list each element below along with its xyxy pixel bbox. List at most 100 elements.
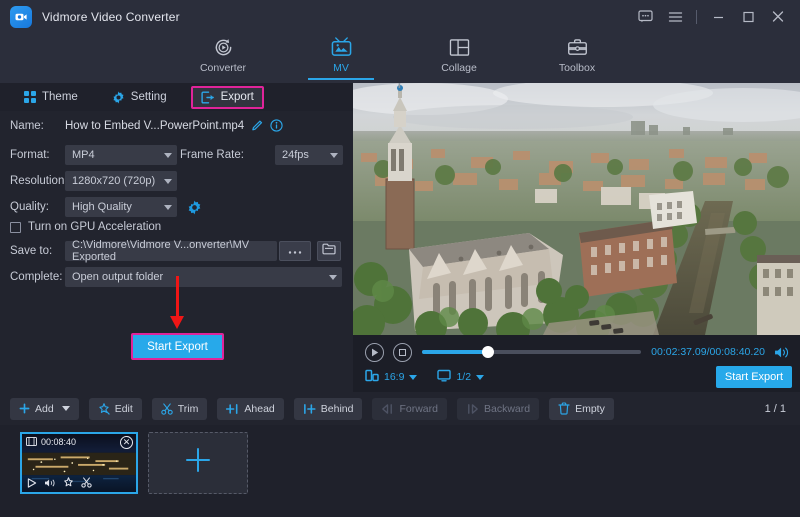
complete-label: Complete: [10,271,65,283]
clip-close-button[interactable]: ✕ [120,436,133,449]
nav-item-converter[interactable]: Converter [182,33,264,74]
tab-setting[interactable]: Setting [102,86,177,109]
window-controls [631,0,792,33]
chevron-down-icon [164,153,172,158]
clip-thumbnail-header: 00:08:40 ✕ [22,434,136,450]
nav-item-mv[interactable]: MV [300,33,382,74]
chevron-down-icon [164,179,172,184]
resolution-select[interactable]: 1280x720 (720p) [65,171,177,191]
toolbar-button-ahead[interactable]: Ahead [217,398,283,420]
toolbar-button-add[interactable]: Add [10,398,79,420]
aspect-ratio-value: 16:9 [384,371,404,383]
tab-label-export: Export [221,91,254,103]
chevron-down-icon [476,375,484,380]
toolbar-label-behind: Behind [321,403,354,415]
complete-select[interactable]: Open output folder [65,267,342,287]
aspect-ratio-icon [365,369,379,385]
saveto-path-field[interactable]: C:\Vidmore\Vidmore V...onverter\MV Expor… [65,241,277,261]
tab-export[interactable]: Export [191,86,264,109]
start-export-button-player[interactable]: Start Export [716,366,792,388]
framerate-value: 24fps [282,149,309,161]
start-export-button[interactable]: Start Export [131,333,224,360]
insert-ahead-icon [226,403,239,415]
add-clip-slot[interactable] [148,432,248,494]
gpu-acceleration-row[interactable]: Turn on GPU Acceleration [10,221,161,233]
quality-select[interactable]: High Quality [65,197,177,217]
toolbar-label-ahead: Ahead [244,403,274,415]
feedback-chat-icon[interactable] [631,4,659,30]
gpu-label: Turn on GPU Acceleration [28,221,161,233]
toolbar-button-trim[interactable]: Trim [152,398,208,420]
close-icon[interactable] [764,4,792,30]
seek-bar-handle[interactable] [482,346,494,358]
open-folder-button[interactable] [317,241,341,261]
chevron-down-icon [329,275,337,280]
tab-theme[interactable]: Theme [14,86,88,108]
clip-play-icon[interactable] [27,475,37,493]
scissors-icon [161,403,173,415]
saveto-row: Save to: C:\Vidmore\Vidmore V...onverter… [10,241,341,261]
player-controls: 00:02:37.09/00:08:40.20 16:9 [353,335,800,392]
info-circle-icon[interactable] [270,119,283,132]
clip-trim-scissors-icon[interactable] [81,475,92,493]
clip-toolbar: Add Edit Trim [0,392,800,425]
play-button[interactable] [365,343,384,362]
saveto-label: Save to: [10,245,65,257]
clip-thumbnail[interactable]: 00:08:40 ✕ [20,432,138,494]
toolbox-icon [567,36,588,59]
toolbar-label-backward: Backward [484,403,530,415]
move-backward-icon [466,403,479,415]
titlebar-divider [696,10,697,24]
complete-value: Open output folder [72,271,163,283]
screen-scale-control[interactable]: 1/2 [437,369,484,385]
toolbar-button-behind[interactable]: Behind [294,398,363,420]
quality-value: High Quality [72,201,132,213]
browse-ellipsis-button[interactable] [279,241,311,261]
video-preview[interactable] [353,83,800,335]
chevron-down-icon [62,406,70,411]
stop-button[interactable] [393,343,412,362]
toolbar-label-trim: Trim [178,403,199,415]
clip-volume-icon[interactable] [44,475,56,493]
insert-behind-icon [303,403,316,415]
toolbar-button-empty[interactable]: Empty [549,398,614,420]
toolbar-button-edit[interactable]: Edit [89,398,142,420]
nav-label-mv: MV [333,62,349,74]
magic-wand-icon [98,403,110,415]
chevron-down-icon [330,153,338,158]
name-label: Name: [10,120,65,132]
clip-thumbnail-actions [22,475,136,492]
minimize-icon[interactable] [704,4,732,30]
toolbar-button-forward[interactable]: Forward [372,398,447,420]
chevron-down-icon [409,375,417,380]
resolution-value: 1280x720 (720p) [72,175,155,187]
clip-effects-star-icon[interactable] [63,475,74,493]
quality-settings-gear-icon[interactable] [187,200,202,215]
name-value: How to Embed V...PowerPoint.mp4 [65,120,244,132]
nav-item-toolbox[interactable]: Toolbox [536,33,618,74]
aspect-ratio-control[interactable]: 16:9 [365,369,417,385]
format-select[interactable]: MP4 [65,145,177,165]
hamburger-menu-icon[interactable] [661,4,689,30]
title-bar: Vidmore Video Converter [0,0,800,33]
monitor-screen-icon [437,369,451,385]
toolbar-button-backward[interactable]: Backward [457,398,539,420]
pencil-edit-icon[interactable] [251,119,264,132]
framerate-select[interactable]: 24fps [275,145,343,165]
quality-label: Quality: [10,201,65,213]
player-options-row: 16:9 1/2 Start Export [365,366,792,388]
preview-frame [353,83,800,335]
nav-label-collage: Collage [441,62,477,74]
folder-open-icon [322,242,336,260]
gear-icon [112,91,125,104]
maximize-icon[interactable] [734,4,762,30]
speaker-volume-icon[interactable] [774,346,790,359]
sub-tab-bar: Theme Setting Export [0,83,353,111]
nav-item-collage[interactable]: Collage [418,33,500,74]
converter-icon [213,36,234,59]
app-title: Vidmore Video Converter [42,10,180,24]
gpu-checkbox[interactable] [10,222,21,233]
seek-bar[interactable] [422,350,641,354]
toolbar-label-add: Add [35,403,54,415]
toolbar-label-edit: Edit [115,403,133,415]
